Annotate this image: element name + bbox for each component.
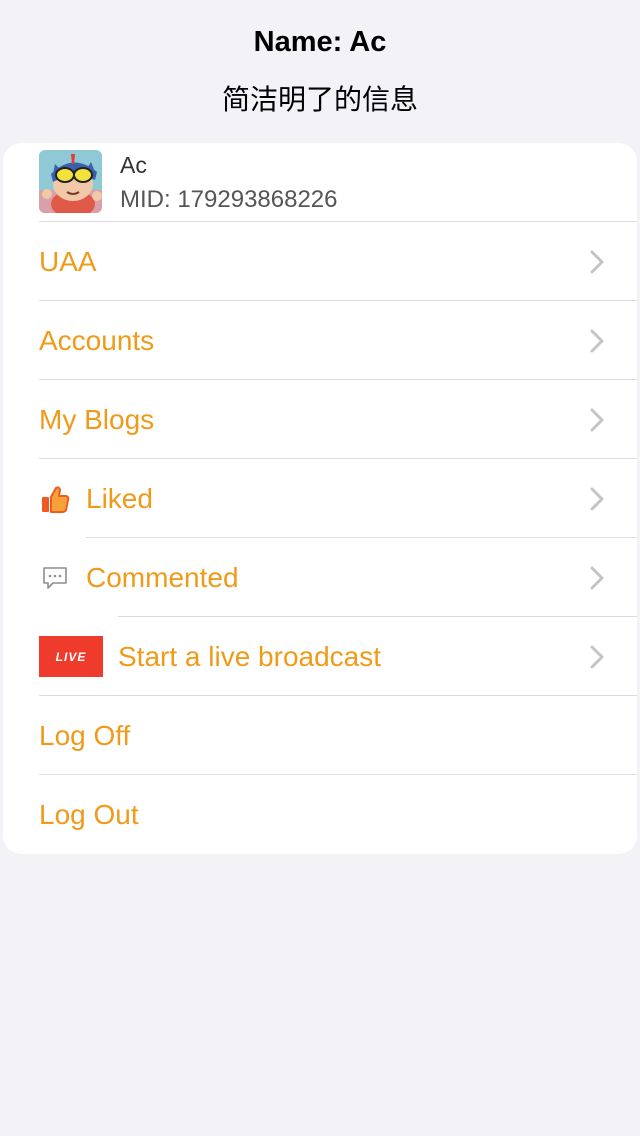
chevron-right-icon xyxy=(590,329,604,353)
live-icon-label: LIVE xyxy=(55,649,87,664)
menu-item-log-out[interactable]: Log Out xyxy=(3,775,637,854)
thumbs-up-icon xyxy=(42,486,70,513)
menu-item-label: UAA xyxy=(39,246,97,277)
chevron-right-icon xyxy=(590,250,604,274)
menu-item-label: Log Off xyxy=(39,720,131,751)
chevron-right-icon xyxy=(590,566,604,590)
page-title: Name: Ac xyxy=(253,26,387,58)
avatar xyxy=(39,150,102,213)
menu-item-accounts[interactable]: Accounts xyxy=(3,301,637,380)
menu-item-liked[interactable]: Liked xyxy=(3,459,637,538)
profile-name: Ac xyxy=(120,152,147,178)
menu-item-my-blogs[interactable]: My Blogs xyxy=(3,380,637,459)
menu-item-label: Log Out xyxy=(39,799,139,830)
chevron-right-icon xyxy=(590,487,604,511)
profile-mid: MID: 179293868226 xyxy=(120,186,338,213)
menu-item-log-off[interactable]: Log Off xyxy=(3,696,637,775)
menu-item-label: Start a live broadcast xyxy=(118,641,382,672)
menu-item-label: Liked xyxy=(86,483,153,514)
menu-card: Ac MID: 179293868226 UAA Accounts My Blo… xyxy=(3,143,637,854)
page-subtitle: 简洁明了的信息 xyxy=(221,83,418,116)
chevron-right-icon xyxy=(590,645,604,669)
menu-item-live-broadcast[interactable]: LIVE Start a live broadcast xyxy=(3,617,637,696)
comment-icon xyxy=(43,567,67,589)
live-icon: LIVE xyxy=(39,636,103,677)
menu-item-label: My Blogs xyxy=(39,404,155,435)
profile-row[interactable]: Ac MID: 179293868226 xyxy=(3,143,637,221)
menu-item-label: Accounts xyxy=(39,325,155,356)
cartoon-avatar-icon xyxy=(39,150,102,213)
chevron-right-icon xyxy=(590,408,604,432)
menu-item-uaa[interactable]: UAA xyxy=(3,222,637,301)
menu-item-commented[interactable]: Commented xyxy=(3,538,637,617)
menu-item-label: Commented xyxy=(86,562,239,593)
